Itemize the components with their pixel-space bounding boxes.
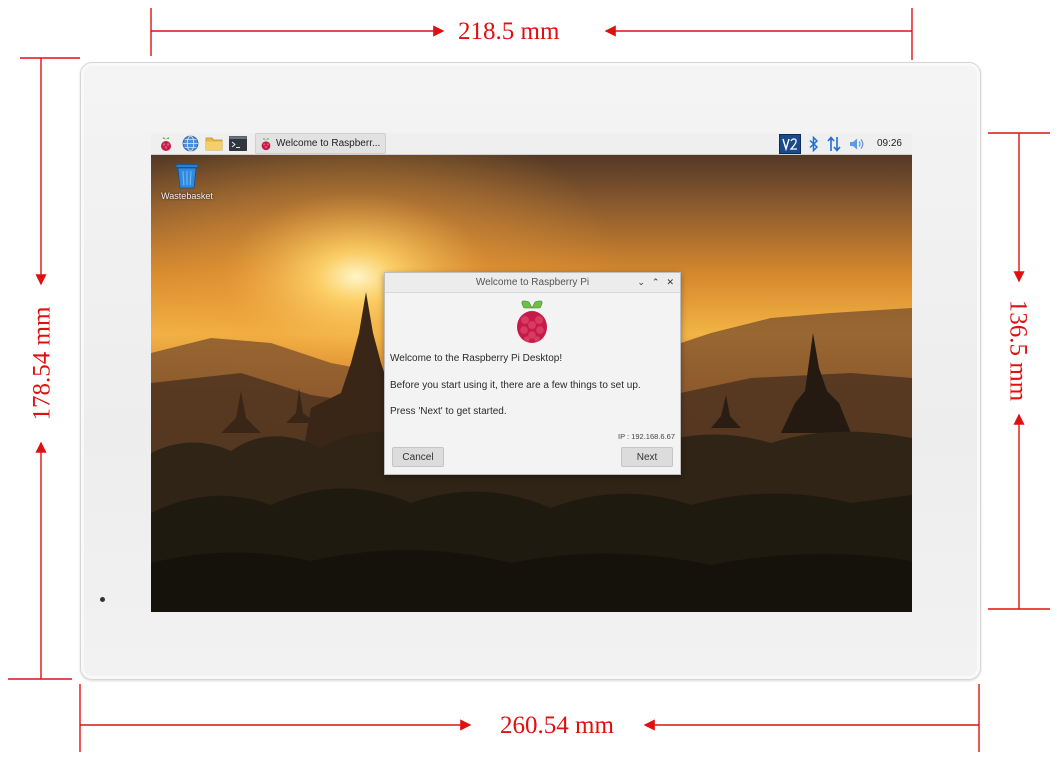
file-manager-icon[interactable] (205, 135, 223, 153)
system-tray: 09:26 (778, 133, 902, 154)
screen: Welcome to Raspberr... 09:26 Wastebasket… (151, 133, 912, 612)
taskbar-window-label: Welcome to Raspberr... (276, 138, 381, 149)
clock[interactable]: 09:26 (877, 138, 902, 149)
wastebasket-label: Wastebasket (161, 191, 213, 201)
bluetooth-icon[interactable] (809, 135, 819, 152)
welcome-setup-text: Before you start using it, there are a f… (390, 380, 641, 391)
network-icon[interactable] (827, 135, 841, 152)
next-button[interactable]: Next (621, 447, 673, 467)
top-width-label: 218.5 mm (458, 18, 560, 45)
welcome-dialog: Welcome to Raspberry Pi ⌄ ⌃ ✕ Welcome to… (384, 272, 681, 475)
ip-address: IP : 192.168.6.67 (618, 432, 675, 441)
left-height-label: 178.54 mm (28, 306, 56, 421)
web-browser-icon[interactable] (181, 135, 199, 153)
cancel-button[interactable]: Cancel (392, 447, 444, 467)
terminal-icon[interactable] (229, 135, 247, 153)
close-icon[interactable]: ✕ (666, 277, 674, 288)
wastebasket-icon (175, 164, 199, 189)
volume-icon[interactable] (849, 137, 865, 151)
light-sensor (100, 597, 105, 602)
welcome-next-hint: Press 'Next' to get started. (390, 406, 507, 417)
taskbar: Welcome to Raspberr... 09:26 (151, 133, 912, 155)
taskbar-window-button[interactable]: Welcome to Raspberr... (255, 133, 387, 154)
dialog-title: Welcome to Raspberry Pi (475, 277, 590, 288)
welcome-heading: Welcome to the Raspberry Pi Desktop! (390, 353, 563, 364)
right-height-label: 136.5 mm (1004, 299, 1032, 402)
bottom-width-label: 260.54 mm (500, 712, 614, 739)
chevron-down-icon[interactable]: ⌄ (637, 277, 645, 288)
dialog-titlebar[interactable]: Welcome to Raspberry Pi ⌄ ⌃ ✕ (385, 273, 680, 293)
vnc-icon[interactable] (778, 133, 801, 154)
raspberry-pi-logo (517, 300, 547, 343)
raspberry-menu-icon[interactable] (157, 135, 175, 153)
raspberry-icon (261, 137, 271, 150)
chevron-up-icon[interactable]: ⌃ (652, 277, 660, 288)
wastebasket-desktop-icon[interactable]: Wastebasket (157, 163, 217, 201)
